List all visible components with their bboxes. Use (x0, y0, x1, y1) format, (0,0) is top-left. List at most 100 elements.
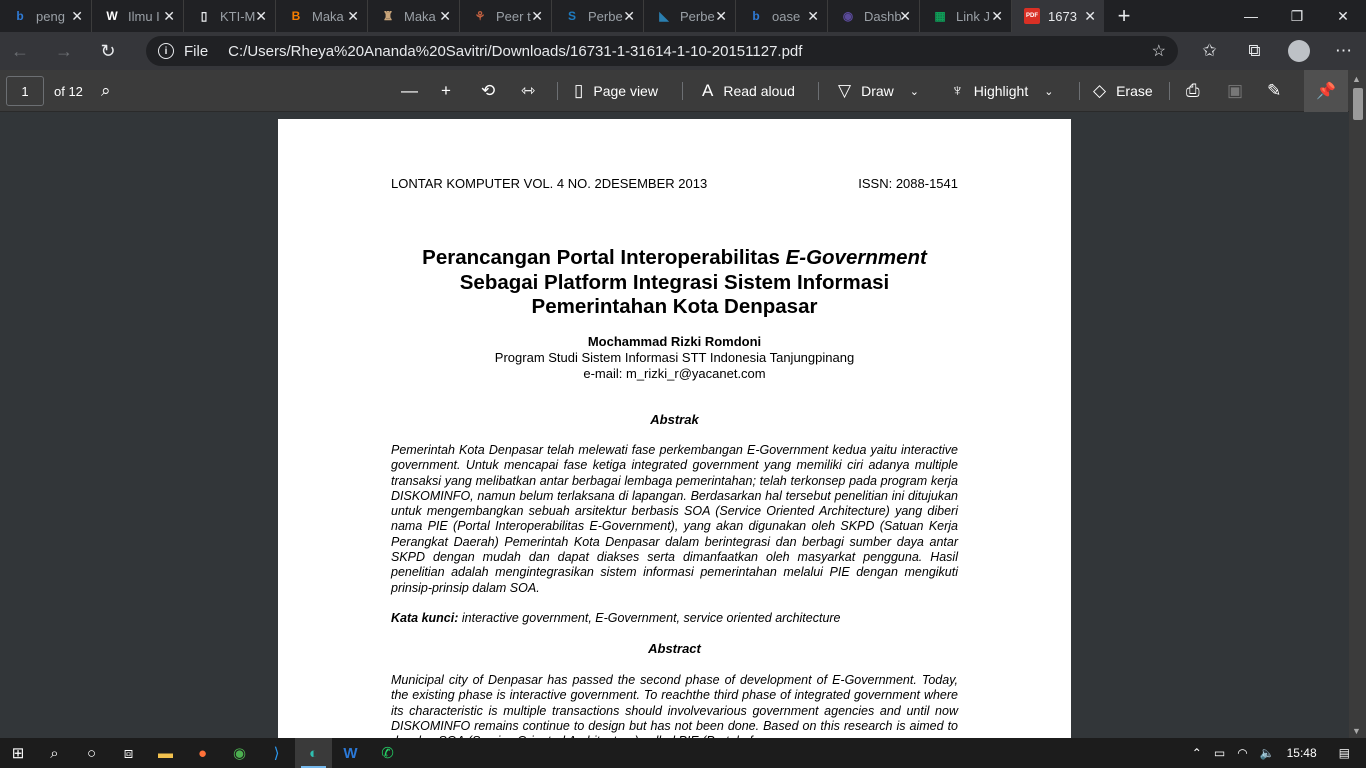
scroll-thumb[interactable] (1353, 88, 1363, 120)
save-as-icon[interactable]: ✎ (1267, 70, 1291, 112)
browser-tab[interactable]: ▦ Link J ✕ (920, 0, 1012, 32)
page-number-input[interactable]: 1 (6, 76, 44, 106)
draw-chevron-icon[interactable]: ⌄ (910, 85, 919, 98)
read-aloud-button[interactable]: A Read aloud (702, 70, 795, 112)
refresh-button[interactable]: ↻ (88, 32, 128, 70)
zoom-out-icon[interactable]: — (401, 70, 428, 112)
tab-label: Ilmu I (128, 8, 160, 24)
tab-label: Peer t (496, 8, 531, 24)
windows-taskbar: ⊞ ⌕ ○ ⧈ ▬ ● ◉ ⟩ ◐ W ✆ ⌃ ▭ ◠ 🔈 15:48 ▤ (0, 738, 1366, 768)
add-favorite-icon[interactable]: ☆ (1152, 41, 1166, 61)
volume-icon[interactable]: 🔈 (1260, 746, 1275, 760)
close-tab-icon[interactable]: ✕ (991, 8, 1003, 24)
close-tab-icon[interactable]: ✕ (439, 8, 451, 24)
page-view-label: Page view (593, 83, 658, 99)
back-button[interactable]: ← (0, 32, 40, 70)
browser-tab[interactable]: ◣ Perbe ✕ (644, 0, 736, 32)
erase-button[interactable]: ◇ Erase (1093, 70, 1153, 112)
vertical-scrollbar[interactable]: ▲ ▼ (1349, 70, 1366, 738)
close-tab-icon[interactable]: ✕ (715, 8, 727, 24)
document-icon: ▯ (200, 9, 208, 23)
close-tab-icon[interactable]: ✕ (531, 8, 543, 24)
close-tab-icon[interactable]: ✕ (347, 8, 359, 24)
title-italic: E-Government (785, 246, 927, 269)
minimize-button[interactable]: — (1228, 0, 1274, 32)
clock[interactable]: 15:48 (1287, 746, 1317, 760)
draw-button[interactable]: ▽ Draw ⌄ (838, 70, 919, 112)
browser-tab[interactable]: B Maka ✕ (276, 0, 368, 32)
tab-label: oase (772, 8, 801, 24)
close-tab-icon[interactable]: ✕ (255, 8, 267, 24)
browser-tab[interactable]: ◉ Dashb ✕ (828, 0, 920, 32)
find-icon[interactable]: ⌕ (101, 70, 121, 112)
close-tab-icon[interactable]: ✕ (899, 8, 911, 24)
browser-tab[interactable]: b oase ✕ (736, 0, 828, 32)
chrome-icon[interactable]: ◉ (221, 738, 258, 768)
issn: ISSN: 2088-1541 (858, 176, 958, 191)
title-line-3: Pemerintahan Kota Denpasar (531, 295, 818, 318)
browser-tab[interactable]: W Ilmu I ✕ (92, 0, 184, 32)
wifi-icon[interactable]: ◠ (1237, 746, 1247, 760)
vscode-icon[interactable]: ⟩ (258, 738, 295, 768)
toolbar-divider (1079, 82, 1080, 100)
close-tab-icon[interactable]: ✕ (1084, 8, 1096, 24)
browser-tab[interactable]: ♜ Maka ✕ (368, 0, 460, 32)
search-icon[interactable]: ⌕ (36, 738, 73, 768)
address-field[interactable]: i File C:/Users/Rheya%20Ananda%20Savitri… (146, 36, 1178, 66)
tab-label: Maka (404, 8, 436, 24)
windows-start-icon[interactable]: ⊞ (0, 738, 36, 768)
highlight-button[interactable]: ♆ Highlight ⌄ (951, 70, 1053, 112)
read-aloud-label: Read aloud (723, 83, 795, 99)
new-tab-button[interactable]: + (1104, 0, 1144, 32)
save-icon[interactable]: ▣ (1227, 70, 1253, 112)
restore-button[interactable]: ❐ (1274, 0, 1320, 32)
tab-label: Perbe (588, 8, 623, 24)
rotate-icon[interactable]: ⟲ (481, 70, 505, 112)
task-view-icon[interactable]: ⧈ (110, 738, 147, 768)
journal-name: LONTAR KOMPUTER VOL. 4 NO. 2DESEMBER 201… (391, 176, 708, 191)
fit-page-icon[interactable]: ⇿ (521, 70, 545, 112)
scroll-down-icon[interactable]: ▼ (1352, 726, 1361, 736)
browser-tab[interactable]: ▯ KTI-M ✕ (184, 0, 276, 32)
sheets-icon: ▦ (934, 9, 946, 23)
page-view-button[interactable]: ▯ Page view (574, 70, 658, 112)
print-icon[interactable]: ⎙ (1186, 70, 1210, 112)
word-icon[interactable]: W (332, 738, 369, 768)
browser-tab[interactable]: S Perbe ✕ (552, 0, 644, 32)
highlight-chevron-icon[interactable]: ⌄ (1044, 85, 1053, 98)
tab-label: Perbe (680, 8, 715, 24)
zoom-in-icon[interactable]: + (441, 70, 461, 112)
show-hidden-icons-icon[interactable]: ⌃ (1192, 746, 1202, 760)
browser-tab[interactable]: b peng ✕ (0, 0, 92, 32)
more-menu-icon[interactable]: ⋯ (1321, 32, 1366, 70)
toolbar-divider (1169, 82, 1170, 100)
title-line-2: Sebagai Platform Integrasi Sistem Inform… (459, 270, 890, 294)
whatsapp-icon[interactable]: ✆ (369, 738, 406, 768)
edge-icon[interactable]: ◐ (295, 738, 332, 768)
firefox-icon[interactable]: ● (184, 738, 221, 768)
forward-button[interactable]: → (44, 32, 84, 70)
collections-icon[interactable]: ⧉ (1232, 32, 1277, 70)
erase-label: Erase (1116, 83, 1153, 99)
scroll-up-icon[interactable]: ▲ (1352, 74, 1361, 84)
close-tab-icon[interactable]: ✕ (807, 8, 819, 24)
file-explorer-icon[interactable]: ▬ (147, 738, 184, 768)
tab-label: Dashb (864, 8, 902, 24)
pin-toolbar-icon[interactable]: 📌 (1304, 70, 1348, 112)
site-info-icon[interactable]: i (158, 43, 174, 59)
toolbar-divider (557, 82, 558, 100)
url-text: C:/Users/Rheya%20Ananda%20Savitri/Downlo… (228, 42, 803, 60)
profile-avatar[interactable] (1288, 40, 1310, 62)
cortana-icon[interactable]: ○ (73, 738, 110, 768)
close-tab-icon[interactable]: ✕ (163, 8, 175, 24)
close-window-button[interactable]: ✕ (1320, 0, 1366, 32)
browser-tab[interactable]: PDF 1673 ✕ (1012, 0, 1104, 32)
close-tab-icon[interactable]: ✕ (623, 8, 635, 24)
battery-icon[interactable]: ▭ (1214, 746, 1225, 760)
close-tab-icon[interactable]: ✕ (71, 8, 83, 24)
browser-tab[interactable]: ⚘ Peer t ✕ (460, 0, 552, 32)
back-arrow-icon: ← (11, 40, 29, 61)
notifications-icon[interactable]: ▤ (1339, 746, 1350, 760)
favorites-icon[interactable]: ✩ (1187, 32, 1232, 70)
site-icon: ♜ (382, 9, 394, 23)
